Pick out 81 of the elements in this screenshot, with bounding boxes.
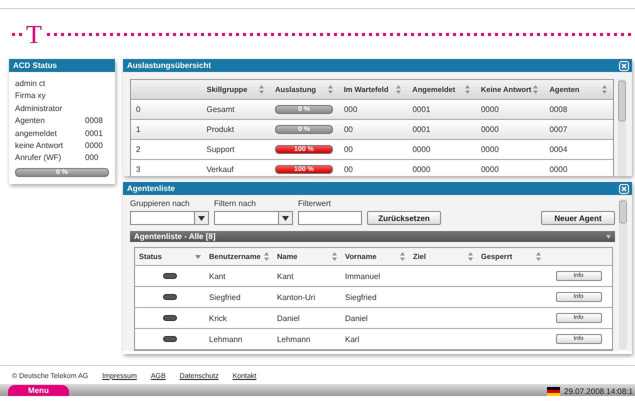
sort-descending-icon [195,254,201,258]
status-value: 0008 [85,115,103,128]
status-value: 0000 [85,140,103,152]
table-cell: 00 [344,145,353,154]
table-cell: Verkauf [206,165,234,174]
table-cell: 000 [344,105,358,114]
table-cell: Lehmann [277,334,310,344]
table-cell: Siegfried [209,292,241,302]
collapse-icon [606,234,611,238]
table-cell: 0000 [480,145,499,154]
table-cell: 0001 [412,125,430,134]
table-cell: 0007 [549,125,568,134]
table-cell: 0004 [549,145,568,154]
status-label: admin ct [15,78,46,90]
table-cell: Support [206,145,235,154]
status-icon [163,273,177,279]
status-label: angemeldet [15,128,58,140]
flag-icon [547,387,560,396]
table-cell: Siegfried [345,292,377,302]
reset-button[interactable]: Zurücksetzen [367,211,441,225]
table-cell: Immanuel [345,272,380,280]
menu-button[interactable]: Menu [8,385,69,396]
status-label: Firma xy [15,90,47,102]
table-cell: Lehmann [209,334,242,344]
sort-icon [602,85,608,94]
sort-icon [264,252,269,261]
status-label: Agenten [15,115,46,128]
table-cell: 00 [344,165,353,174]
dropdown-field[interactable] [130,211,209,225]
new-agent-button[interactable]: Neuer Agent [541,211,615,225]
table-cell: 2 [136,145,140,154]
table-cell: Daniel [277,314,300,322]
sort-icon [468,252,473,261]
status-icon [163,336,177,342]
date-time: 29.07.2008 14:08:1 [564,387,634,396]
caret-icon [282,216,289,220]
status-value: 0001 [85,128,103,140]
sort-icon [396,85,402,94]
table-cell: 1 [136,125,140,134]
table-cell: Produkt [206,125,234,134]
table-cell: 0000 [412,145,430,154]
sort-icon [332,252,337,261]
status-label: keine Antwort [15,140,64,152]
status-value: 000 [85,152,98,164]
table-cell: Daniel [345,314,368,322]
field-label: Filterwert [298,199,332,209]
group-title: Agentenliste - Alle [8] [134,232,216,241]
sort-icon [259,85,264,94]
field-label: Filtern nach [214,199,257,209]
field-label: Gruppieren nach [130,199,191,209]
table-cell: 0008 [549,105,568,114]
sort-icon [400,252,405,261]
table-cell: 3 [136,165,140,174]
input-field[interactable] [298,211,362,225]
status-label: Administrator [15,102,64,115]
table-cell: 0000 [480,125,499,134]
sort-icon [536,252,541,261]
panel-title: ACD Status [9,59,115,72]
table-cell: 0001 [412,105,430,114]
table-cell: Kant [277,272,294,280]
sort-icon [464,85,470,94]
table-cell: 0000 [480,165,499,174]
table-cell: Karl [345,334,360,344]
table-cell: Krick [209,314,227,322]
caret-icon [198,216,205,220]
dropdown-field[interactable] [214,211,293,225]
table-cell: 0000 [480,105,499,114]
status-icon [163,294,177,300]
panel-title: Agentenliste [127,184,176,193]
table-cell: Gesamt [206,105,234,114]
table-cell: 0 [136,105,140,114]
status-label: Anrufer (WF) [15,152,62,164]
table-cell: 00 [344,125,353,134]
panel-title: Auslastungsübersicht [127,61,212,70]
table-cell: 0000 [549,165,568,174]
status-icon [163,315,177,321]
sort-icon [533,85,538,94]
sort-icon [328,85,333,94]
table-cell: Kant [209,272,226,280]
table-cell: 0000 [412,165,430,174]
table-cell: Kanton-Uri [277,292,316,302]
